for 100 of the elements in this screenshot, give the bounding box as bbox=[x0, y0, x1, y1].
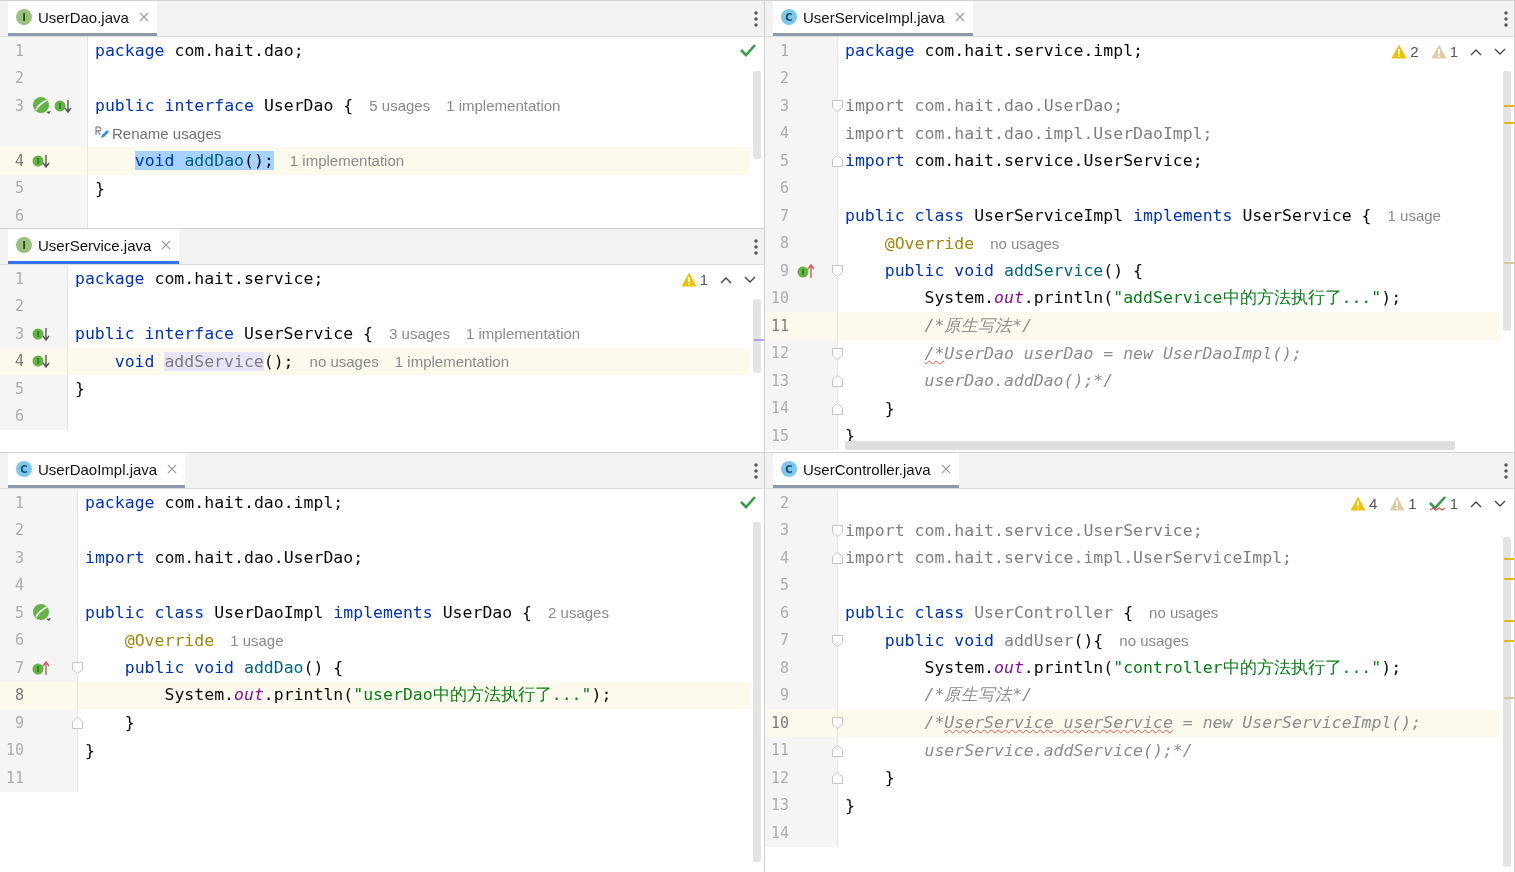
usage-hint[interactable]: 1 implementation bbox=[394, 352, 510, 370]
error-stripe-mark[interactable] bbox=[1504, 640, 1514, 642]
horizontal-scrollbar-thumb[interactable] bbox=[845, 441, 1455, 450]
code-text: public class UserController { bbox=[845, 603, 1134, 623]
code-text: } bbox=[884, 768, 895, 788]
line-number: 4 bbox=[13, 352, 24, 371]
line-number: 4 bbox=[778, 548, 789, 567]
fold-marker-icon[interactable] bbox=[832, 100, 843, 112]
line-number: 11 bbox=[769, 741, 789, 760]
usage-hint[interactable]: 1 usage bbox=[1387, 207, 1441, 225]
usage-hint[interactable]: 1 implementation bbox=[446, 97, 561, 115]
chevron-down-icon[interactable] bbox=[1494, 47, 1506, 56]
line-number: 11 bbox=[4, 768, 24, 787]
usage-hint[interactable]: 5 usages bbox=[369, 97, 431, 115]
fold-marker-icon[interactable] bbox=[832, 772, 843, 784]
scrollbar-thumb[interactable] bbox=[1503, 537, 1511, 867]
error-stripe-mark[interactable] bbox=[754, 339, 764, 341]
chevron-down-icon[interactable] bbox=[744, 275, 756, 284]
rename-icon bbox=[95, 126, 109, 141]
code-text: } bbox=[85, 740, 95, 760]
editor-tab[interactable]: C UserDaoImpl.java bbox=[8, 453, 186, 488]
error-stripe-mark[interactable] bbox=[1504, 558, 1514, 560]
typo-indicator[interactable]: 1 bbox=[1428, 495, 1458, 512]
line-number: 6 bbox=[13, 631, 24, 650]
code-text: import com.hait.dao.UserDao; bbox=[85, 548, 364, 568]
usage-hint[interactable]: no usages bbox=[990, 234, 1060, 252]
line-number: 7 bbox=[778, 631, 789, 650]
editor-tab[interactable]: I UserDao.java bbox=[8, 1, 157, 36]
usage-hint[interactable]: no usages bbox=[1149, 604, 1219, 622]
close-icon[interactable] bbox=[940, 464, 951, 474]
editor-tab[interactable]: C UserController.java bbox=[773, 453, 959, 488]
rename-usages-link[interactable]: Rename usages bbox=[95, 124, 222, 142]
circle-up-arrow-icon[interactable] bbox=[32, 658, 50, 677]
chevron-up-icon[interactable] bbox=[720, 275, 732, 284]
more-icon[interactable] bbox=[1504, 462, 1508, 479]
scrollbar-thumb[interactable] bbox=[753, 71, 761, 159]
scrollbar-thumb[interactable] bbox=[753, 522, 761, 862]
error-stripe-mark[interactable] bbox=[1504, 122, 1514, 124]
close-icon[interactable] bbox=[161, 240, 172, 250]
chevron-up-icon[interactable] bbox=[1470, 499, 1482, 508]
scrollbar-thumb[interactable] bbox=[753, 299, 761, 373]
scrollbar-thumb[interactable] bbox=[1503, 71, 1511, 331]
fold-marker-icon[interactable] bbox=[832, 347, 843, 360]
fold-marker-icon[interactable] bbox=[832, 155, 843, 167]
error-stripe-mark[interactable] bbox=[1504, 105, 1514, 107]
leaf-icon[interactable] bbox=[32, 95, 52, 116]
more-icon[interactable] bbox=[754, 238, 758, 255]
line-number: 1 bbox=[13, 41, 24, 60]
fold-marker-icon[interactable] bbox=[832, 634, 843, 647]
leaf-icon[interactable] bbox=[32, 602, 52, 623]
editor-tab[interactable]: I UserService.java bbox=[8, 229, 180, 264]
line-number: 4 bbox=[13, 576, 24, 595]
chevron-down-icon[interactable] bbox=[1494, 499, 1506, 508]
line-number: 3 bbox=[13, 96, 24, 115]
more-icon[interactable] bbox=[754, 462, 758, 479]
warning-indicator[interactable]: 4 bbox=[1349, 495, 1378, 512]
fold-marker-icon[interactable] bbox=[832, 265, 843, 277]
error-stripe-mark[interactable] bbox=[1504, 262, 1514, 264]
code-text: /*原生写法*/ bbox=[924, 314, 1033, 337]
usage-hint[interactable]: no usages bbox=[309, 352, 379, 370]
fold-marker-icon[interactable] bbox=[832, 552, 843, 564]
code-text: System.out.println("userDao中的方法执行了..."); bbox=[164, 684, 612, 707]
fold-marker-icon[interactable] bbox=[832, 402, 843, 415]
line-number: 3 bbox=[778, 96, 789, 115]
more-icon[interactable] bbox=[754, 10, 758, 27]
editor-tab[interactable]: C UserServiceImpl.java bbox=[773, 1, 973, 36]
line-number: 3 bbox=[13, 324, 24, 343]
circle-up-arrow-icon[interactable] bbox=[797, 261, 815, 280]
close-icon[interactable] bbox=[138, 12, 149, 22]
usage-hint[interactable]: 1 usage bbox=[230, 631, 284, 649]
usage-hint[interactable]: 2 usages bbox=[548, 604, 609, 622]
chevron-up-icon[interactable] bbox=[1470, 47, 1482, 56]
error-stripe-mark[interactable] bbox=[1504, 697, 1514, 699]
check-icon[interactable] bbox=[740, 43, 756, 57]
line-number: 8 bbox=[13, 686, 24, 705]
code-text: import com.hait.dao.UserDao; bbox=[845, 96, 1124, 116]
line-number: 2 bbox=[13, 521, 24, 540]
line-number: 1 bbox=[13, 493, 24, 512]
code-text: package com.hait.service; bbox=[75, 269, 324, 289]
more-icon[interactable] bbox=[1504, 10, 1508, 27]
fold-marker-icon[interactable] bbox=[832, 375, 843, 387]
usage-hint[interactable]: 3 usages bbox=[389, 325, 450, 343]
usage-hint[interactable]: no usages bbox=[1119, 631, 1189, 649]
close-icon[interactable] bbox=[954, 12, 965, 22]
usage-hint[interactable]: 1 implementation bbox=[289, 152, 405, 170]
code-text: public class UserDaoImpl implements UserDao { bbox=[85, 603, 533, 623]
usage-hint[interactable]: 1 implementation bbox=[465, 325, 581, 343]
check-icon[interactable] bbox=[740, 495, 756, 509]
error-stripe-mark[interactable] bbox=[1504, 620, 1514, 622]
line-number: 10 bbox=[4, 741, 24, 760]
line-number: 5 bbox=[13, 379, 24, 398]
code-text: public interface UserService { bbox=[75, 324, 374, 344]
fold-marker-icon[interactable] bbox=[832, 717, 843, 729]
fold-marker-icon[interactable] bbox=[832, 524, 843, 537]
line-number: 5 bbox=[13, 603, 24, 622]
fold-marker-icon[interactable] bbox=[72, 662, 83, 674]
fold-marker-icon[interactable] bbox=[72, 717, 83, 729]
error-stripe-mark[interactable] bbox=[1504, 578, 1514, 580]
fold-marker-icon[interactable] bbox=[832, 744, 843, 757]
close-icon[interactable] bbox=[167, 464, 178, 474]
